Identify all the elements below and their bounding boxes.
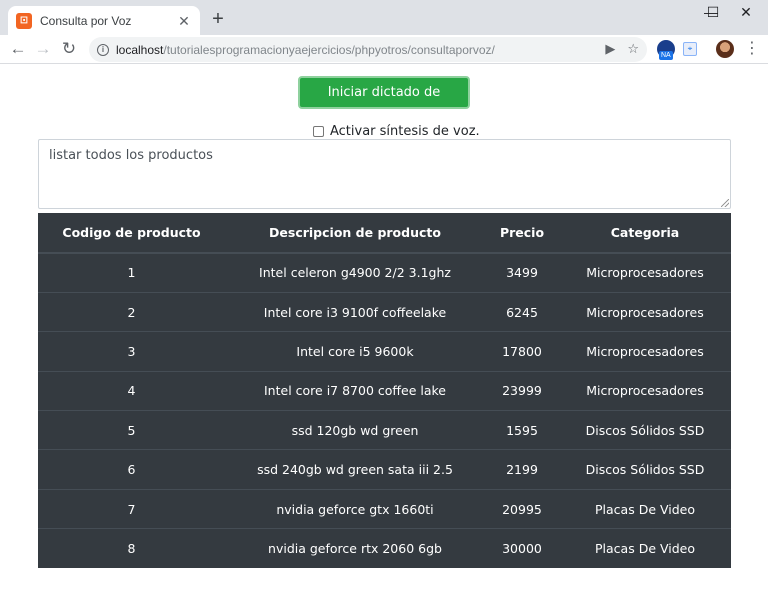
cell-codigo: 7 [38, 488, 225, 529]
table-row: 5 ssd 120gb wd green 1595 Discos Sólidos… [38, 410, 731, 450]
header-codigo: Codigo de producto [38, 213, 225, 254]
start-dictation-button[interactable]: Iniciar dictado de consulta [298, 76, 470, 129]
cell-precio: 3499 [506, 265, 538, 281]
cell-precio: 23999 [485, 370, 559, 411]
menu-dots-icon[interactable]: ⋮ [744, 40, 760, 58]
cell-descripcion: Intel core i5 9600k [225, 331, 485, 372]
cell-categoria: Microprocesadores [559, 291, 731, 332]
voice-synthesis-label: Activar síntesis de voz. [330, 123, 480, 139]
cell-categoria: Discos Sólidos SSD [559, 449, 731, 490]
cell-precio: 6245 [485, 291, 559, 332]
table-row: 7 nvidia geforce gtx 1660ti 20995 Placas… [38, 488, 731, 529]
cell-descripcion: Intel core i7 8700 coffee lake [225, 370, 485, 411]
page-content: Iniciar dictado de consulta Activar sínt… [0, 65, 768, 600]
tab-close-icon[interactable]: ✕ [176, 13, 192, 29]
cell-codigo: 3 [38, 331, 225, 372]
tab-title: Consulta por Voz [40, 13, 132, 28]
cell-codigo: 6 [38, 449, 225, 490]
products-table: Codigo de producto Descripcion de produc… [38, 213, 731, 569]
header-precio: Precio [485, 213, 559, 254]
cell-descripcion: nvidia geforce rtx 2060 6gb [225, 528, 485, 569]
back-arrow-icon[interactable]: ← [7, 38, 29, 60]
table-row: 1 Intel celeron g4900 2/2 3.1ghz 3499 Mi… [38, 253, 731, 292]
forward-arrow-icon[interactable]: → [32, 38, 54, 60]
cell-precio: 17800 [485, 331, 559, 372]
table-row: 6 ssd 240gb wd green sata iii 2.5 2199 D… [38, 449, 731, 490]
camera-icon[interactable]: ▶ [605, 40, 615, 58]
cell-precio: 1595 [485, 410, 559, 450]
cell-codigo: 4 [38, 370, 225, 411]
profile-avatar[interactable] [716, 40, 734, 58]
voice-synthesis-option[interactable]: Activar síntesis de voz. [313, 123, 480, 139]
header-categoria: Categoria [559, 213, 731, 254]
cell-descripcion: ssd 120gb wd green [225, 410, 485, 450]
table-row: 4 Intel core i7 8700 coffee lake 23999 M… [38, 370, 731, 411]
cell-codigo: 5 [38, 410, 225, 450]
tab-consulta-por-voz[interactable]: ⊡ Consulta por Voz ✕ [8, 6, 200, 35]
cell-categoria: Microprocesadores [586, 265, 704, 281]
cell-precio: 2199 [485, 449, 559, 490]
address-bar[interactable]: i localhost/tutorialesprogramacionyaejer… [89, 37, 647, 62]
xampp-favicon-icon: ⊡ [16, 12, 32, 29]
cell-categoria: Microprocesadores [559, 331, 731, 372]
browser-toolbar: ← → ↻ i localhost/tutorialesprogramacion… [0, 35, 768, 64]
cell-precio: 20995 [485, 488, 559, 529]
cell-codigo: 8 [38, 528, 225, 569]
table-row: 8 nvidia geforce rtx 2060 6gb 30000 Plac… [38, 528, 731, 569]
new-tab-button[interactable]: + [208, 9, 228, 29]
header-descripcion: Descripcion de producto [225, 213, 485, 254]
voice-synthesis-checkbox[interactable] [313, 125, 324, 137]
query-text: listar todos los productos [49, 148, 213, 163]
tab-bar: ⊡ Consulta por Voz ✕ + — ☐ ✕ [0, 0, 768, 35]
cell-codigo: 1 [127, 265, 136, 281]
resize-handle-icon[interactable] [721, 199, 729, 207]
cell-descripcion: Intel core i3 9100f coffeelake [225, 291, 485, 332]
info-icon[interactable]: i [97, 43, 109, 56]
table-row: 3 Intel core i5 9600k 17800 Microprocesa… [38, 331, 731, 372]
extension-badge: NA [659, 51, 673, 60]
cell-categoria: Placas De Video [559, 488, 731, 529]
cell-categoria: Discos Sólidos SSD [559, 410, 731, 450]
cell-descripcion: nvidia geforce gtx 1660ti [225, 488, 485, 529]
bookmark-star-icon[interactable]: ☆ [627, 40, 639, 58]
cell-categoria: Placas De Video [559, 528, 731, 569]
cell-precio: 30000 [485, 528, 559, 569]
cell-codigo: 2 [38, 291, 225, 332]
table-header-row: Codigo de producto Descripcion de produc… [38, 213, 731, 254]
url-text: localhost/tutorialesprogramacionyaejerci… [116, 42, 495, 57]
cell-descripcion: ssd 240gb wd green sata iii 2.5 [225, 449, 485, 490]
window-close-icon[interactable]: ✕ [724, 0, 768, 24]
cell-categoria: Microprocesadores [559, 370, 731, 411]
table-row: 2 Intel core i3 9100f coffeelake 6245 Mi… [38, 291, 731, 332]
omnibox-actions: ▶ ☆ [605, 40, 639, 58]
query-textarea[interactable]: listar todos los productos [38, 139, 731, 209]
reload-icon[interactable]: ↻ [58, 38, 80, 60]
extension-2-icon[interactable]: ⌖ [683, 42, 697, 56]
cell-descripcion: Intel celeron g4900 2/2 3.1ghz [259, 265, 451, 281]
